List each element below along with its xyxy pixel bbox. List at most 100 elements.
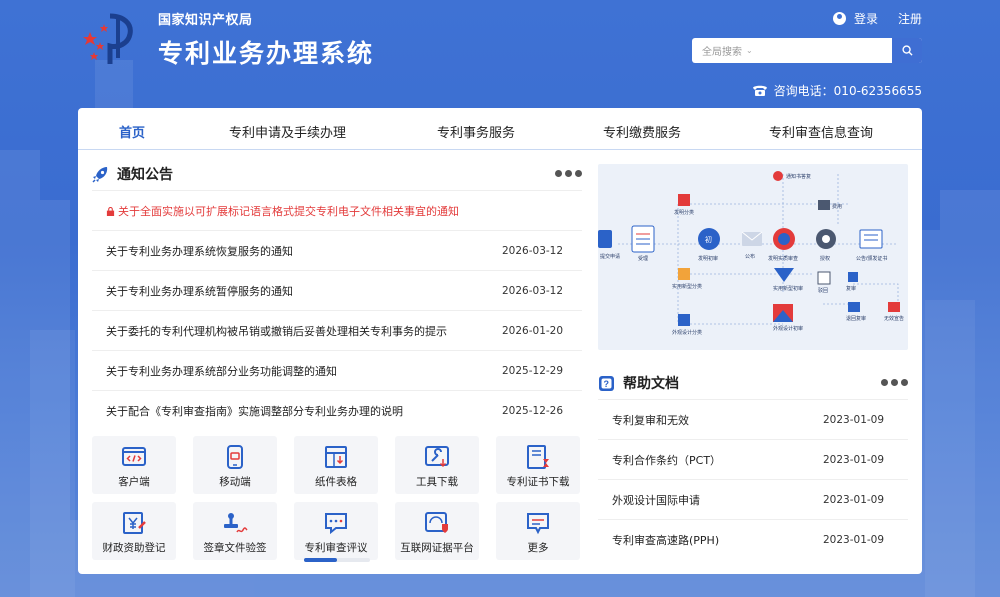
flow-node-invention-class: 发明分类 bbox=[674, 194, 694, 216]
search-input[interactable] bbox=[760, 38, 893, 63]
notice-list: 关于全面实施以可扩展标记语言格式提交专利电子文件相关事宜的通知 关于专利业务办理… bbox=[92, 190, 582, 430]
flow-badge: 初 bbox=[705, 235, 712, 244]
dot-icon bbox=[901, 379, 908, 386]
notice-item[interactable]: 关于委托的专利代理机构被吊销或撤销后妥善处理相关专利事务的提示 2026-01-… bbox=[92, 310, 582, 350]
tile-mobile[interactable]: 移动端 bbox=[193, 436, 277, 494]
tiles-scrollbar[interactable] bbox=[304, 558, 370, 562]
notice-item[interactable]: 关于专利业务办理系统暂停服务的通知 2026-03-12 bbox=[92, 270, 582, 310]
notice-item[interactable]: 关于配合《专利审查指南》实施调整部分专利业务办理的说明 2025-12-26 bbox=[92, 390, 582, 430]
tile-paper-forms[interactable]: 纸件表格 bbox=[294, 436, 378, 494]
help-item[interactable]: 专利复审和无效 2023-01-09 bbox=[598, 399, 908, 439]
system-title: 专利业务办理系统 bbox=[158, 39, 375, 68]
svg-text:?: ? bbox=[604, 379, 610, 389]
pinned-notice[interactable]: 关于全面实施以可扩展标记语言格式提交专利电子文件相关事宜的通知 bbox=[92, 190, 582, 230]
tiles-scroll-thumb[interactable] bbox=[304, 558, 337, 562]
notice-item-text: 关于专利业务办理系统恢复服务的通知 bbox=[106, 244, 293, 258]
tile-certificate-download[interactable]: 专利证书下载 bbox=[496, 436, 580, 494]
notice-more-button[interactable] bbox=[555, 170, 582, 177]
mobile-icon bbox=[227, 445, 243, 469]
flow-node-design-initial: 外观设计初审 bbox=[773, 304, 803, 332]
org-name: 国家知识产权局 bbox=[158, 13, 253, 28]
nav-patent-fees[interactable]: 专利缴费服务 bbox=[603, 122, 681, 141]
flow-label: 驳回 bbox=[818, 287, 828, 294]
main-nav: 首页 专利申请及手续办理 专利事务服务 专利缴费服务 专利审查信息查询 bbox=[78, 108, 922, 150]
dot-icon bbox=[575, 170, 582, 177]
help-item[interactable]: 外观设计国际申请 2023-01-09 bbox=[598, 479, 908, 519]
certificate-icon bbox=[527, 445, 549, 469]
flow-node-utility-class: 实用新型分类 bbox=[672, 268, 702, 290]
flow-label: 复审 bbox=[846, 285, 856, 292]
notice-title: 通知公告 bbox=[117, 167, 173, 183]
register-link[interactable]: 注册 bbox=[898, 10, 922, 27]
tile-more[interactable]: 更多 bbox=[496, 502, 580, 560]
notice-item-text: 关于专利业务办理系统部分业务功能调整的通知 bbox=[106, 364, 337, 378]
nav-patent-application[interactable]: 专利申请及手续办理 bbox=[229, 122, 346, 141]
flow-label: 发明初审 bbox=[698, 255, 718, 262]
tile-client[interactable]: 客户端 bbox=[92, 436, 176, 494]
flow-label: 外观设计分类 bbox=[672, 329, 702, 336]
flow-node-reexam: 复审 bbox=[846, 272, 858, 292]
notice-item[interactable]: 关于专利业务办理系统部分业务功能调整的通知 2025-12-29 bbox=[92, 350, 582, 390]
notice-item-date: 2026-01-20 bbox=[502, 324, 564, 337]
search-scope-label: 全局搜索 bbox=[702, 47, 742, 58]
tile-internet-evidence[interactable]: 互联网证据平台 bbox=[395, 502, 479, 560]
help-item-text: 专利复审和无效 bbox=[612, 413, 689, 427]
code-icon bbox=[122, 447, 146, 466]
tile-label: 财政资助登记 bbox=[102, 542, 166, 554]
flow-label: 公布 bbox=[745, 253, 755, 260]
search-button[interactable] bbox=[892, 38, 922, 63]
search-scope-select[interactable]: 全局搜索 ⌄ bbox=[692, 43, 760, 58]
flow-node-utility-initial: 实用新型初审 bbox=[773, 268, 803, 292]
nav-home[interactable]: 首页 bbox=[119, 122, 145, 141]
hotline: 咨询电话：010-62356655 bbox=[752, 82, 922, 99]
table-icon bbox=[325, 446, 347, 468]
login-link[interactable]: 登录 bbox=[854, 10, 878, 27]
dot-icon bbox=[565, 170, 572, 177]
tools-icon bbox=[425, 446, 449, 468]
pinned-notice-text: 关于全面实施以可扩展标记语言格式提交专利电子文件相关事宜的通知 bbox=[118, 204, 459, 218]
flow-node-publish: 公布 bbox=[741, 231, 763, 260]
flow-node-grant: 授权 bbox=[816, 229, 836, 262]
telephone-icon bbox=[752, 85, 767, 96]
tile-financial-aid[interactable]: 财政资助登记 bbox=[92, 502, 176, 560]
tile-tools-download[interactable]: 工具下载 bbox=[395, 436, 479, 494]
notice-item[interactable]: 关于专利业务办理系统恢复服务的通知 2026-03-12 bbox=[92, 230, 582, 270]
flow-label: 外观设计初审 bbox=[773, 325, 803, 332]
help-item[interactable]: 专利审查高速路(PPH) 2023-01-09 bbox=[598, 519, 908, 559]
flow-node-invalidation: 无效宣告 bbox=[884, 302, 904, 322]
flow-label: 费用 bbox=[832, 203, 842, 210]
tile-label: 纸件表格 bbox=[315, 476, 357, 488]
help-header: ? 帮助文档 bbox=[598, 370, 908, 396]
cnipa-logo bbox=[83, 13, 133, 64]
help-more-button[interactable] bbox=[881, 379, 908, 386]
flow-label: 退回复审 bbox=[846, 315, 866, 322]
comment-icon bbox=[325, 513, 347, 535]
help-list: 专利复审和无效 2023-01-09 专利合作条约（PCT） 2023-01-0… bbox=[598, 399, 908, 559]
main-panel: 首页 专利申请及手续办理 专利事务服务 专利缴费服务 专利审查信息查询 通知公告… bbox=[78, 108, 922, 574]
chevron-down-icon: ⌄ bbox=[746, 46, 753, 55]
help-item[interactable]: 专利合作条约（PCT） 2023-01-09 bbox=[598, 439, 908, 479]
account-links: 登录 注册 bbox=[832, 10, 922, 27]
flow-node-invention-initial: 初 发明初审 bbox=[698, 228, 720, 262]
tile-label: 互联网证据平台 bbox=[400, 542, 474, 554]
flow-label: 发明实质审查 bbox=[768, 255, 798, 262]
tile-examination-review[interactable]: 专利审查评议 bbox=[294, 502, 378, 560]
global-search: 全局搜索 ⌄ bbox=[692, 38, 922, 63]
yuan-icon bbox=[123, 512, 146, 534]
tile-signature-verify[interactable]: 签章文件验签 bbox=[193, 502, 277, 560]
dot-icon bbox=[881, 379, 888, 386]
notice-item-text: 关于委托的专利代理机构被吊销或撤销后妥善处理相关专利事务的提示 bbox=[106, 324, 447, 338]
nav-examination-query[interactable]: 专利审查信息查询 bbox=[769, 122, 873, 141]
help-item-date: 2023-01-09 bbox=[823, 453, 885, 466]
flow-label: 实用新型分类 bbox=[672, 283, 702, 290]
flow-node-design-class: 外观设计分类 bbox=[672, 314, 702, 336]
notice-item-date: 2026-03-12 bbox=[502, 244, 564, 257]
notice-item-text: 关于专利业务办理系统暂停服务的通知 bbox=[106, 284, 293, 298]
notice-item-date: 2025-12-29 bbox=[502, 364, 564, 377]
flow-label: 提交申请 bbox=[600, 253, 620, 260]
help-item-date: 2023-01-09 bbox=[823, 413, 885, 426]
more-chat-icon bbox=[527, 513, 549, 535]
tile-label: 移动端 bbox=[219, 476, 251, 488]
nav-patent-affairs[interactable]: 专利事务服务 bbox=[437, 122, 515, 141]
rocket-icon bbox=[92, 166, 108, 183]
